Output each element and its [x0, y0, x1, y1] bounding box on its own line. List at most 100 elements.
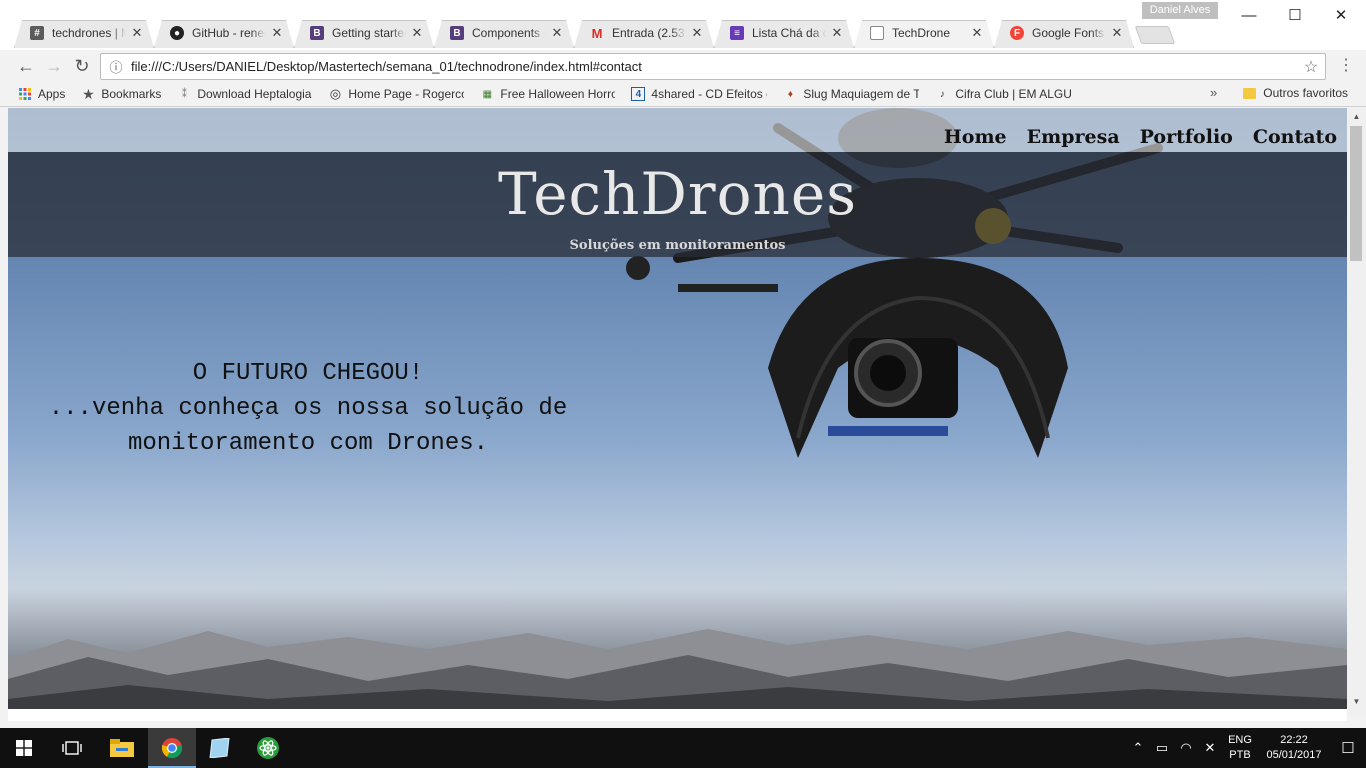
atom-icon[interactable]: [244, 728, 292, 768]
file-explorer-icon[interactable]: [98, 728, 146, 768]
url-text[interactable]: file:///C:/Users/DANIEL/Desktop/Masterte…: [131, 59, 1297, 74]
notification-center-icon[interactable]: ☐: [1330, 739, 1366, 757]
tab[interactable]: M Entrada (2.537) ✕: [574, 18, 714, 48]
bookmark-label: Bookmarks: [101, 87, 162, 101]
title-bar: Daniel Alves — ☐ ✕ # techdrones | M ✕ ● …: [0, 0, 1366, 50]
tab-title: GitHub - renee: [192, 26, 266, 40]
close-tab-icon[interactable]: ✕: [270, 25, 284, 41]
hero-text: O FUTURO CHEGOU! ...venha conheça os nos…: [28, 356, 588, 461]
tab[interactable]: ● GitHub - renee ✕: [154, 18, 294, 48]
nav-link-home[interactable]: Home: [944, 126, 1007, 148]
bookmark-cifra-club[interactable]: ♪ Cifra Club | EM ALGUM: [935, 87, 1072, 101]
nav-link-contato[interactable]: Contato: [1253, 126, 1337, 148]
scroll-down-arrow-icon[interactable]: ▼: [1347, 693, 1366, 710]
bookmark-heptalogia[interactable]: ⁑ Download Heptalogia: [177, 87, 312, 101]
forward-button[interactable]: →: [42, 54, 66, 78]
tab-title: Lista Chá da ca: [752, 26, 826, 40]
close-tab-icon[interactable]: ✕: [130, 25, 144, 41]
new-tab-button[interactable]: [1134, 26, 1176, 44]
tab[interactable]: ≡ Lista Chá da ca ✕: [714, 18, 854, 48]
task-view-icon[interactable]: [48, 728, 96, 768]
close-tab-icon[interactable]: ✕: [1110, 25, 1124, 41]
other-bookmarks-folder[interactable]: Outros favoritos: [1243, 86, 1348, 100]
reload-button[interactable]: ↻: [70, 54, 94, 78]
tab-title: techdrones | M: [52, 26, 126, 40]
download-icon: ⁑: [181, 88, 187, 100]
github-icon: ●: [170, 26, 184, 40]
browser-toolbar: ← → ↻ ⓘ file:///C:/Users/DANIEL/Desktop/…: [0, 50, 1366, 82]
battery-icon[interactable]: ▭: [1150, 740, 1174, 756]
tab[interactable]: F Google Fonts ✕: [994, 18, 1134, 48]
bookmark-label: Home Page - Rogerco: [348, 87, 465, 101]
tab-title: Components · B: [472, 26, 546, 40]
info-icon[interactable]: ⓘ: [101, 57, 131, 76]
other-bookmarks-label: Outros favoritos: [1263, 86, 1348, 100]
close-tab-icon[interactable]: ✕: [550, 25, 564, 41]
back-button[interactable]: ←: [14, 54, 38, 78]
tab[interactable]: B Components · B ✕: [434, 18, 574, 48]
close-tab-icon[interactable]: ✕: [690, 25, 704, 41]
mountains-image: [8, 629, 1347, 709]
bootstrap-icon: B: [310, 26, 324, 40]
bookmark-star-icon[interactable]: ☆: [1297, 57, 1325, 77]
bookmarks-bar: Apps ★ Bookmarks ⁑ Download Heptalogia ◎…: [0, 82, 1366, 107]
minimize-button[interactable]: —: [1226, 0, 1272, 30]
tab-active[interactable]: TechDrone ✕: [854, 18, 994, 48]
close-tab-icon[interactable]: ✕: [410, 25, 424, 41]
close-tab-icon[interactable]: ✕: [970, 25, 984, 41]
hero-line: ...venha conheça os nossa solução de: [48, 395, 568, 422]
address-bar[interactable]: ⓘ file:///C:/Users/DANIEL/Desktop/Master…: [100, 53, 1326, 80]
maximize-button[interactable]: ☐: [1272, 0, 1318, 30]
makeup-icon: ♦: [787, 88, 793, 100]
tab[interactable]: B Getting started ✕: [294, 18, 434, 48]
scrollbar-thumb[interactable]: [1350, 126, 1362, 261]
page-icon: [870, 26, 884, 40]
bookmark-label: Slug Maquiagem de T: [803, 87, 920, 101]
nav-link-empresa[interactable]: Empresa: [1027, 126, 1120, 148]
tab-title: Google Fonts: [1032, 26, 1105, 40]
tab-title: TechDrone: [892, 26, 951, 40]
4shared-icon: 4: [631, 87, 646, 101]
more-bookmarks-chevron-icon[interactable]: »: [1210, 85, 1217, 100]
guitar-icon: ♪: [939, 88, 945, 100]
bookmark-bookmarks[interactable]: ★ Bookmarks: [81, 85, 162, 102]
bookmark-halloween[interactable]: ▦ Free Halloween Horro: [480, 87, 616, 101]
hero-line: monitoramento com Drones.: [127, 430, 489, 457]
language-indicator[interactable]: ENG PTB: [1222, 733, 1258, 763]
bookmark-4shared[interactable]: 4 4shared - CD Efeitos d: [631, 87, 767, 101]
bookmark-label: Apps: [38, 87, 66, 101]
star-icon: ★: [82, 85, 95, 102]
vertical-scrollbar[interactable]: ▲ ▼: [1347, 108, 1366, 718]
google-fonts-icon: F: [1010, 26, 1024, 40]
close-tab-icon[interactable]: ✕: [830, 25, 844, 41]
page-bottom-edge: [8, 709, 1347, 721]
hero-headline: O FUTURO CHEGOU!: [192, 360, 424, 387]
profile-button[interactable]: Daniel Alves: [1142, 2, 1218, 19]
tab-title: Getting started: [332, 26, 406, 40]
show-hidden-icons-chevron-icon[interactable]: ⌃: [1126, 740, 1150, 756]
tab-strip: # techdrones | M ✕ ● GitHub - renee ✕ B …: [14, 18, 1176, 50]
clock-date: 05/01/2017: [1266, 749, 1322, 761]
app-icon[interactable]: [196, 728, 244, 768]
bookmark-label: Cifra Club | EM ALGUM: [955, 87, 1072, 101]
brand-subtitle: Soluções em monitoramentos: [569, 238, 786, 253]
bookmark-label: 4shared - CD Efeitos d: [651, 87, 768, 101]
wifi-icon[interactable]: ◠: [1174, 740, 1198, 756]
list-icon: ≡: [730, 26, 744, 40]
bookmark-apps[interactable]: Apps: [18, 87, 65, 101]
apps-grid-icon: [18, 87, 32, 101]
browser-menu-button[interactable]: ⋮: [1336, 54, 1356, 78]
close-window-button[interactable]: ✕: [1318, 0, 1364, 30]
chrome-icon[interactable]: [148, 728, 196, 768]
bookmark-slug[interactable]: ♦ Slug Maquiagem de T: [783, 87, 920, 101]
bookmark-rogerco[interactable]: ◎ Home Page - Rogerco: [328, 86, 465, 101]
hash-icon: #: [30, 26, 44, 40]
nav-link-portfolio[interactable]: Portfolio: [1140, 126, 1233, 148]
volume-muted-icon[interactable]: ✕: [1198, 740, 1222, 756]
tab[interactable]: # techdrones | M ✕: [14, 18, 154, 48]
tab-title: Entrada (2.537): [612, 26, 686, 40]
halloween-icon: ▦: [482, 88, 493, 100]
scroll-up-arrow-icon[interactable]: ▲: [1347, 108, 1366, 125]
clock[interactable]: 22:22 05/01/2017: [1258, 733, 1330, 763]
windows-start-icon[interactable]: [0, 728, 48, 768]
